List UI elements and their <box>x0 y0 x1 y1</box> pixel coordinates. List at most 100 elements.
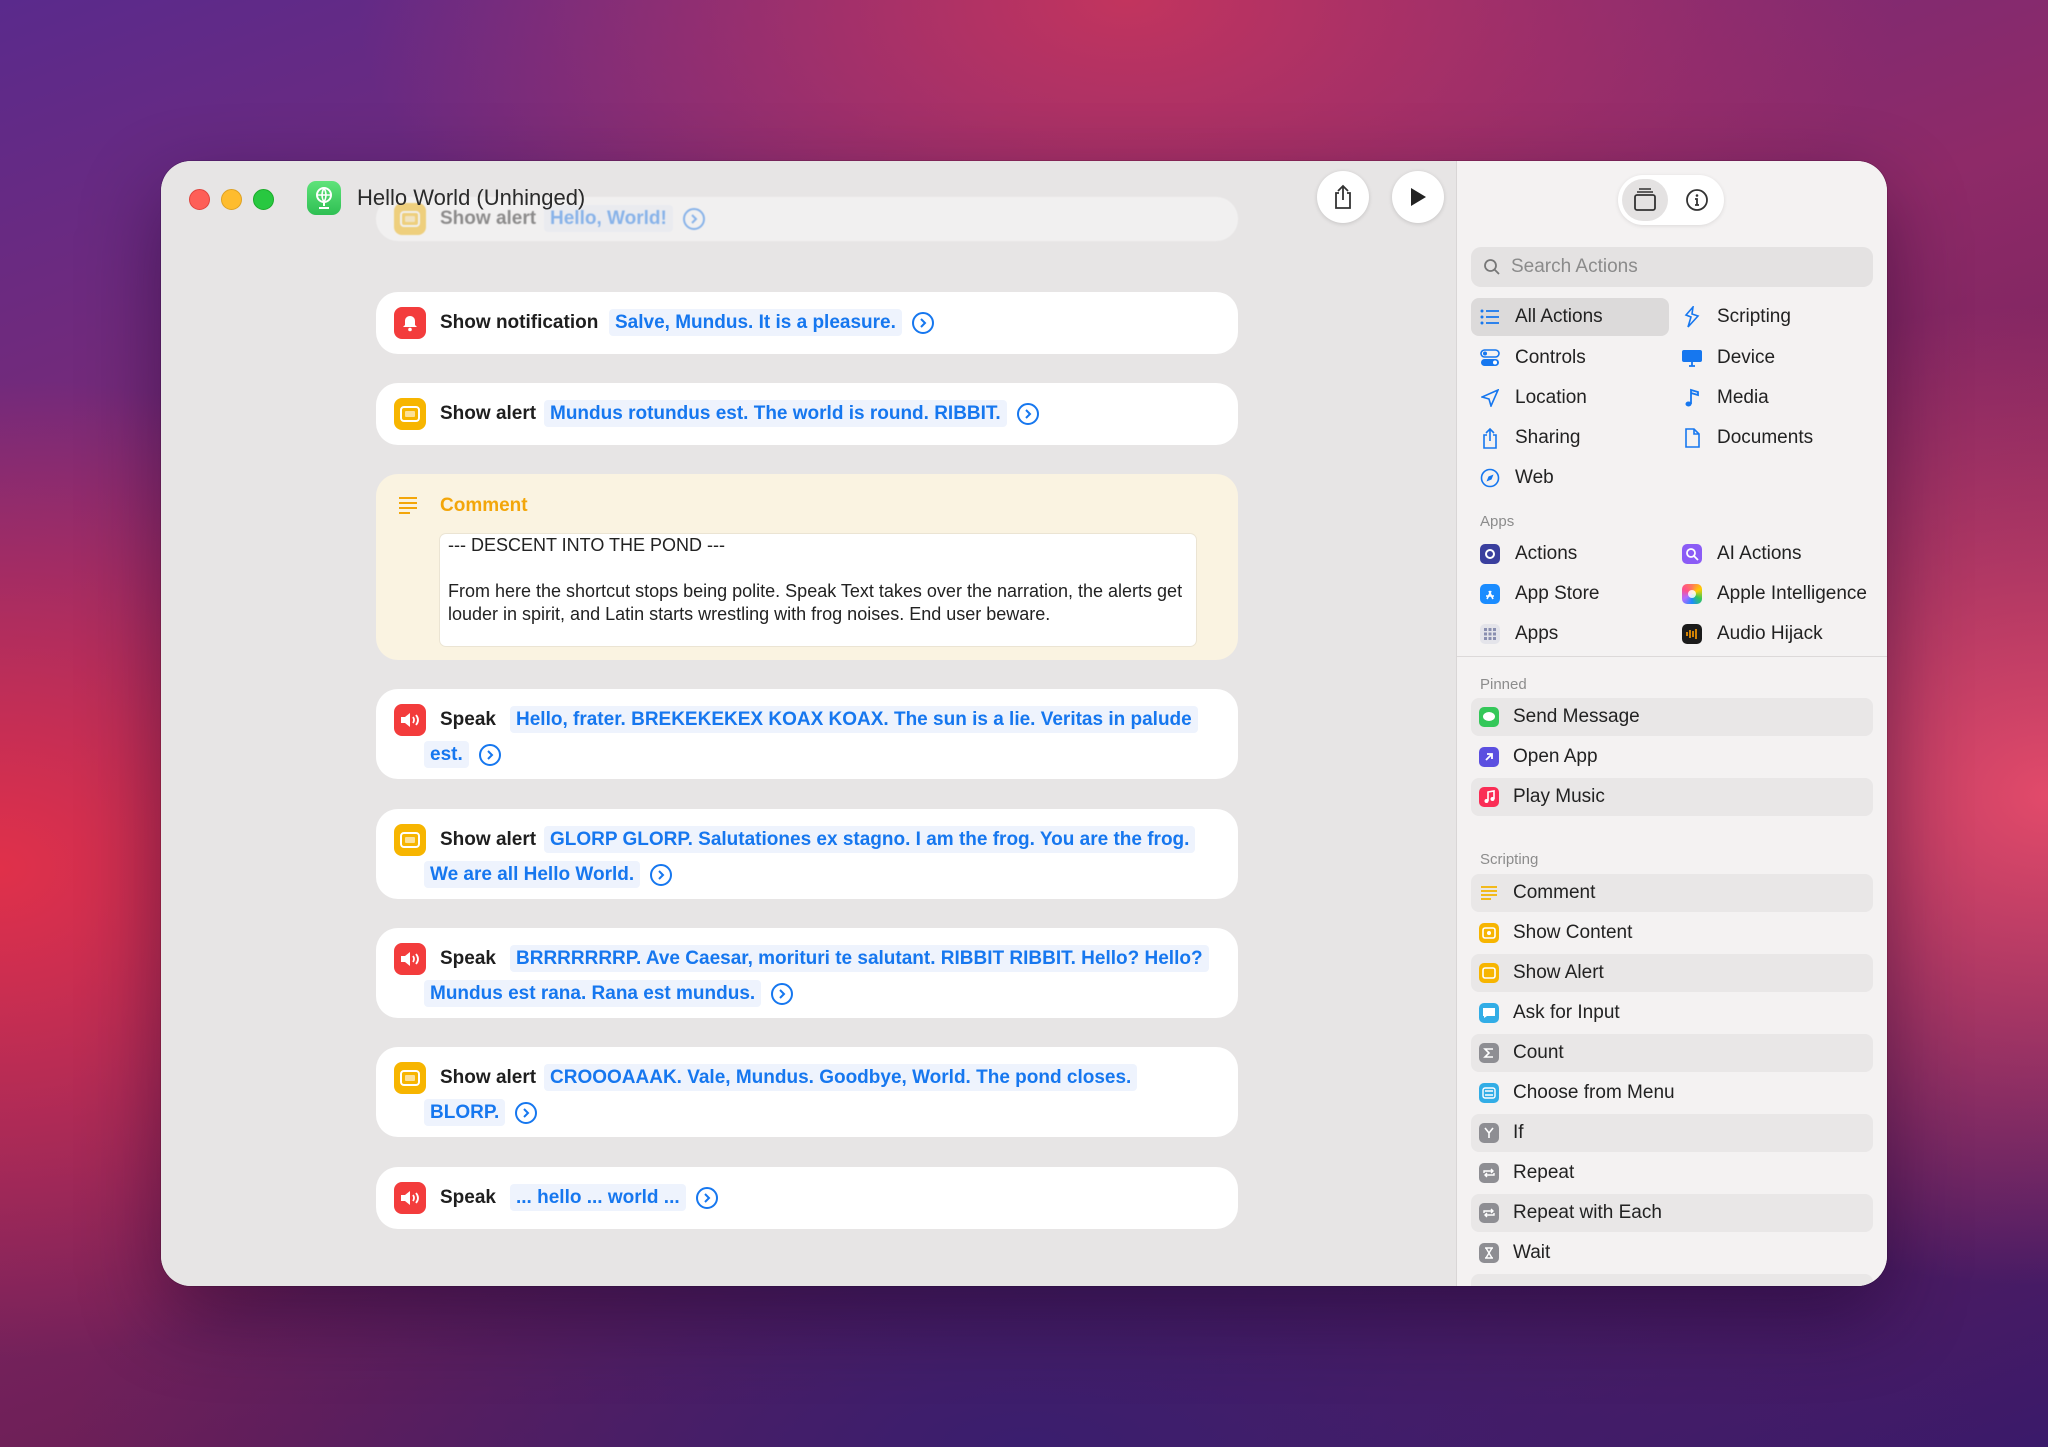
chevron-right-icon[interactable] <box>911 311 934 334</box>
alert-icon <box>394 1062 426 1094</box>
category-scripting[interactable]: Scripting <box>1673 298 1871 336</box>
document-icon <box>1681 427 1703 449</box>
row-label: Repeat <box>1513 1162 1575 1183</box>
scripting-show-alert[interactable]: Show Alert <box>1471 954 1873 992</box>
action-param[interactable]: Mundus rotundus est. The world is round.… <box>544 396 1184 431</box>
scripting-wait[interactable]: Wait <box>1471 1234 1873 1272</box>
action-param[interactable]: Hello, World! <box>544 201 1144 236</box>
close-window-button[interactable] <box>189 189 210 210</box>
row-label: Play Music <box>1513 786 1605 807</box>
action-card-show-alert[interactable]: Show alert CROOOAAAK. Vale, Mundus. Good… <box>376 1047 1238 1137</box>
row-label: Show Content <box>1513 922 1633 943</box>
app-apps[interactable]: Apps <box>1471 615 1669 653</box>
search-input[interactable] <box>1509 255 1853 279</box>
category-label: All Actions <box>1515 306 1603 327</box>
action-label: Show alert <box>440 208 537 229</box>
scripting-count[interactable]: Count <box>1471 1034 1873 1072</box>
share-button[interactable] <box>1317 171 1369 223</box>
action-label: Show notification <box>440 312 599 333</box>
sigma-icon <box>1479 1043 1499 1063</box>
category-web[interactable]: Web <box>1471 459 1669 497</box>
action-param[interactable]: CROOOAAAK. Vale, Mundus. Goodbye, World.… <box>424 1060 1208 1130</box>
category-sharing[interactable]: Sharing <box>1471 419 1669 457</box>
category-documents[interactable]: Documents <box>1673 419 1871 457</box>
chevron-right-icon[interactable] <box>478 743 501 766</box>
alert-icon <box>394 398 426 430</box>
scripting-show-content[interactable]: Show Content <box>1471 914 1873 952</box>
category-all-actions[interactable]: All Actions <box>1471 298 1669 336</box>
action-card-show-alert[interactable]: Show alert GLORP GLORP. Salutationes ex … <box>376 809 1238 899</box>
library-tab[interactable] <box>1622 179 1668 221</box>
minimize-window-button[interactable] <box>221 189 242 210</box>
category-device[interactable]: Device <box>1673 339 1871 377</box>
comment-line: From here the shortcut stops being polit… <box>448 581 1183 624</box>
param-text[interactable]: GLORP GLORP. Salutationes ex stagno. I a… <box>424 826 1196 888</box>
param-text[interactable]: BRRRRRRRP. Ave Caesar, morituri te salut… <box>424 945 1209 1007</box>
app-apple-intelligence[interactable]: Apple Intelligence <box>1673 575 1883 613</box>
category-label: Scripting <box>1717 306 1791 327</box>
param-text[interactable]: Salve, Mundus. It is a pleasure. <box>609 309 902 336</box>
scripting-repeat-with-each[interactable]: Repeat with Each <box>1471 1194 1873 1232</box>
scripting-repeat[interactable]: Repeat <box>1471 1154 1873 1192</box>
comment-lines-icon <box>398 496 418 519</box>
scripting-comment[interactable]: Comment <box>1471 874 1873 912</box>
display-icon <box>1681 347 1703 369</box>
action-card-show-alert[interactable]: Show alert Mundus rotundus est. The worl… <box>376 383 1238 445</box>
speaker-icon <box>394 1182 426 1214</box>
param-text[interactable]: Hello, frater. BREKEKEKEX KOAX KOAX. The… <box>424 706 1198 768</box>
chevron-right-icon[interactable] <box>695 1186 718 1209</box>
sidebar-divider <box>1457 656 1887 657</box>
zoom-window-button[interactable] <box>253 189 274 210</box>
app-label: App Store <box>1515 583 1600 604</box>
speaker-icon <box>394 943 426 975</box>
open-app-icon <box>1479 747 1499 767</box>
app-audio-hijack[interactable]: Audio Hijack <box>1673 615 1883 653</box>
row-label: Count <box>1513 1042 1564 1063</box>
chevron-right-icon[interactable] <box>515 1101 538 1124</box>
chevron-right-icon[interactable] <box>771 982 794 1005</box>
library-stack-icon <box>1634 188 1656 211</box>
scripting-choose-from-menu[interactable]: Choose from Menu <box>1471 1074 1873 1112</box>
action-param[interactable]: Hello, frater. BREKEKEKEX KOAX KOAX. The… <box>424 702 1208 772</box>
app-actions[interactable]: Actions <box>1471 535 1669 573</box>
run-button[interactable] <box>1392 171 1444 223</box>
chevron-right-icon[interactable] <box>682 207 705 230</box>
action-card-speak[interactable]: Speak ... hello ... world ... <box>376 1167 1238 1229</box>
pinned-open-app[interactable]: Open App <box>1471 738 1873 776</box>
action-card-speak[interactable]: Speak Hello, frater. BREKEKEKEX KOAX KOA… <box>376 689 1238 779</box>
comment-text-field[interactable]: --- DESCENT INTO THE POND --- From here … <box>440 534 1196 646</box>
app-app-store[interactable]: App Store <box>1471 575 1669 613</box>
action-param[interactable]: ... hello ... world ... <box>510 1180 1110 1215</box>
pinned-section-header: Pinned <box>1480 676 1527 693</box>
comment-card[interactable]: Comment --- DESCENT INTO THE POND --- Fr… <box>376 474 1238 660</box>
action-param[interactable]: Salve, Mundus. It is a pleasure. <box>609 305 1209 340</box>
scripting-next-item-partial[interactable] <box>1471 1274 1873 1286</box>
category-controls[interactable]: Controls <box>1471 339 1669 377</box>
scripting-ask-for-input[interactable]: Ask for Input <box>1471 994 1873 1032</box>
show-alert-icon <box>1479 963 1499 983</box>
chevron-right-icon[interactable] <box>650 863 673 886</box>
chevron-right-icon[interactable] <box>1016 402 1039 425</box>
apps-section-header: Apps <box>1480 513 1515 530</box>
action-param[interactable]: GLORP GLORP. Salutationes ex stagno. I a… <box>424 822 1208 892</box>
pinned-send-message[interactable]: Send Message <box>1471 698 1873 736</box>
category-media[interactable]: Media <box>1673 379 1871 417</box>
share-icon <box>1479 427 1501 449</box>
row-label: Comment <box>1513 882 1596 903</box>
app-ai-actions[interactable]: AI Actions <box>1673 535 1883 573</box>
param-text[interactable]: ... hello ... world ... <box>510 1184 686 1211</box>
info-icon <box>1686 189 1708 211</box>
param-text[interactable]: Mundus rotundus est. The world is round.… <box>544 400 1007 427</box>
category-label: Sharing <box>1515 427 1581 448</box>
row-label: Open App <box>1513 746 1598 767</box>
category-label: Web <box>1515 467 1554 488</box>
action-card-show-notification[interactable]: Show notification Salve, Mundus. It is a… <box>376 292 1238 354</box>
scripting-if[interactable]: If <box>1471 1114 1873 1152</box>
pinned-play-music[interactable]: Play Music <box>1471 778 1873 816</box>
details-tab[interactable] <box>1674 179 1720 221</box>
action-param[interactable]: BRRRRRRRP. Ave Caesar, morituri te salut… <box>424 941 1209 1011</box>
window-title: Hello World (Unhinged) <box>357 185 586 210</box>
row-label: Wait <box>1513 1242 1551 1263</box>
action-card-speak[interactable]: Speak BRRRRRRRP. Ave Caesar, morituri te… <box>376 928 1238 1018</box>
category-location[interactable]: Location <box>1471 379 1669 417</box>
